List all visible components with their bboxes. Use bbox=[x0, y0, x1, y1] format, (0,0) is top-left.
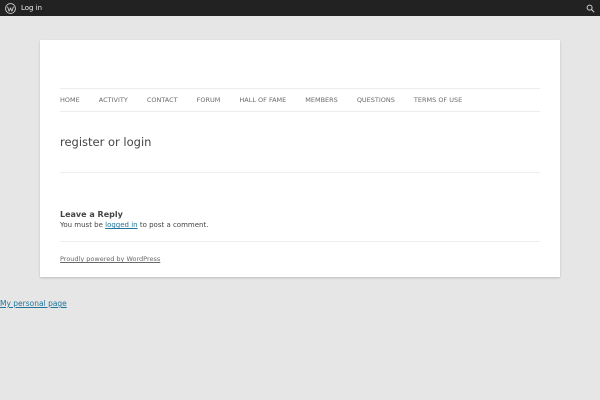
footer-divider bbox=[60, 241, 540, 242]
search-icon[interactable] bbox=[582, 0, 598, 16]
page-title: register or login bbox=[60, 135, 152, 149]
nav-item-forum[interactable]: FORUM bbox=[197, 96, 221, 104]
admin-bar: Log in bbox=[0, 0, 600, 16]
wordpress-icon[interactable] bbox=[2, 0, 18, 16]
nav-item-contact[interactable]: CONTACT bbox=[147, 96, 178, 104]
personal-page-link[interactable]: My personal page bbox=[0, 299, 67, 308]
reply-title: Leave a Reply bbox=[60, 210, 123, 219]
must-suffix: to post a comment. bbox=[137, 221, 209, 229]
powered-by-link[interactable]: Proudly powered by WordPress bbox=[60, 255, 160, 263]
must-login-notice: You must be logged in to post a comment. bbox=[60, 221, 208, 229]
main-navigation: HOME ACTIVITY CONTACT FORUM HALL OF FAME… bbox=[60, 88, 540, 112]
nav-item-members[interactable]: MEMBERS bbox=[305, 96, 338, 104]
login-link[interactable]: Log in bbox=[21, 4, 42, 12]
nav-item-home[interactable]: HOME bbox=[60, 96, 80, 104]
content-divider bbox=[60, 172, 540, 173]
nav-item-questions[interactable]: QUESTIONS bbox=[357, 96, 395, 104]
nav-item-terms-of-use[interactable]: TERMS OF USE bbox=[414, 96, 462, 104]
logged-in-link[interactable]: logged in bbox=[105, 221, 137, 229]
nav-item-activity[interactable]: ACTIVITY bbox=[99, 96, 128, 104]
must-prefix: You must be bbox=[60, 221, 106, 229]
page-container: HOME ACTIVITY CONTACT FORUM HALL OF FAME… bbox=[40, 40, 560, 277]
nav-item-hall-of-fame[interactable]: HALL OF FAME bbox=[239, 96, 286, 104]
